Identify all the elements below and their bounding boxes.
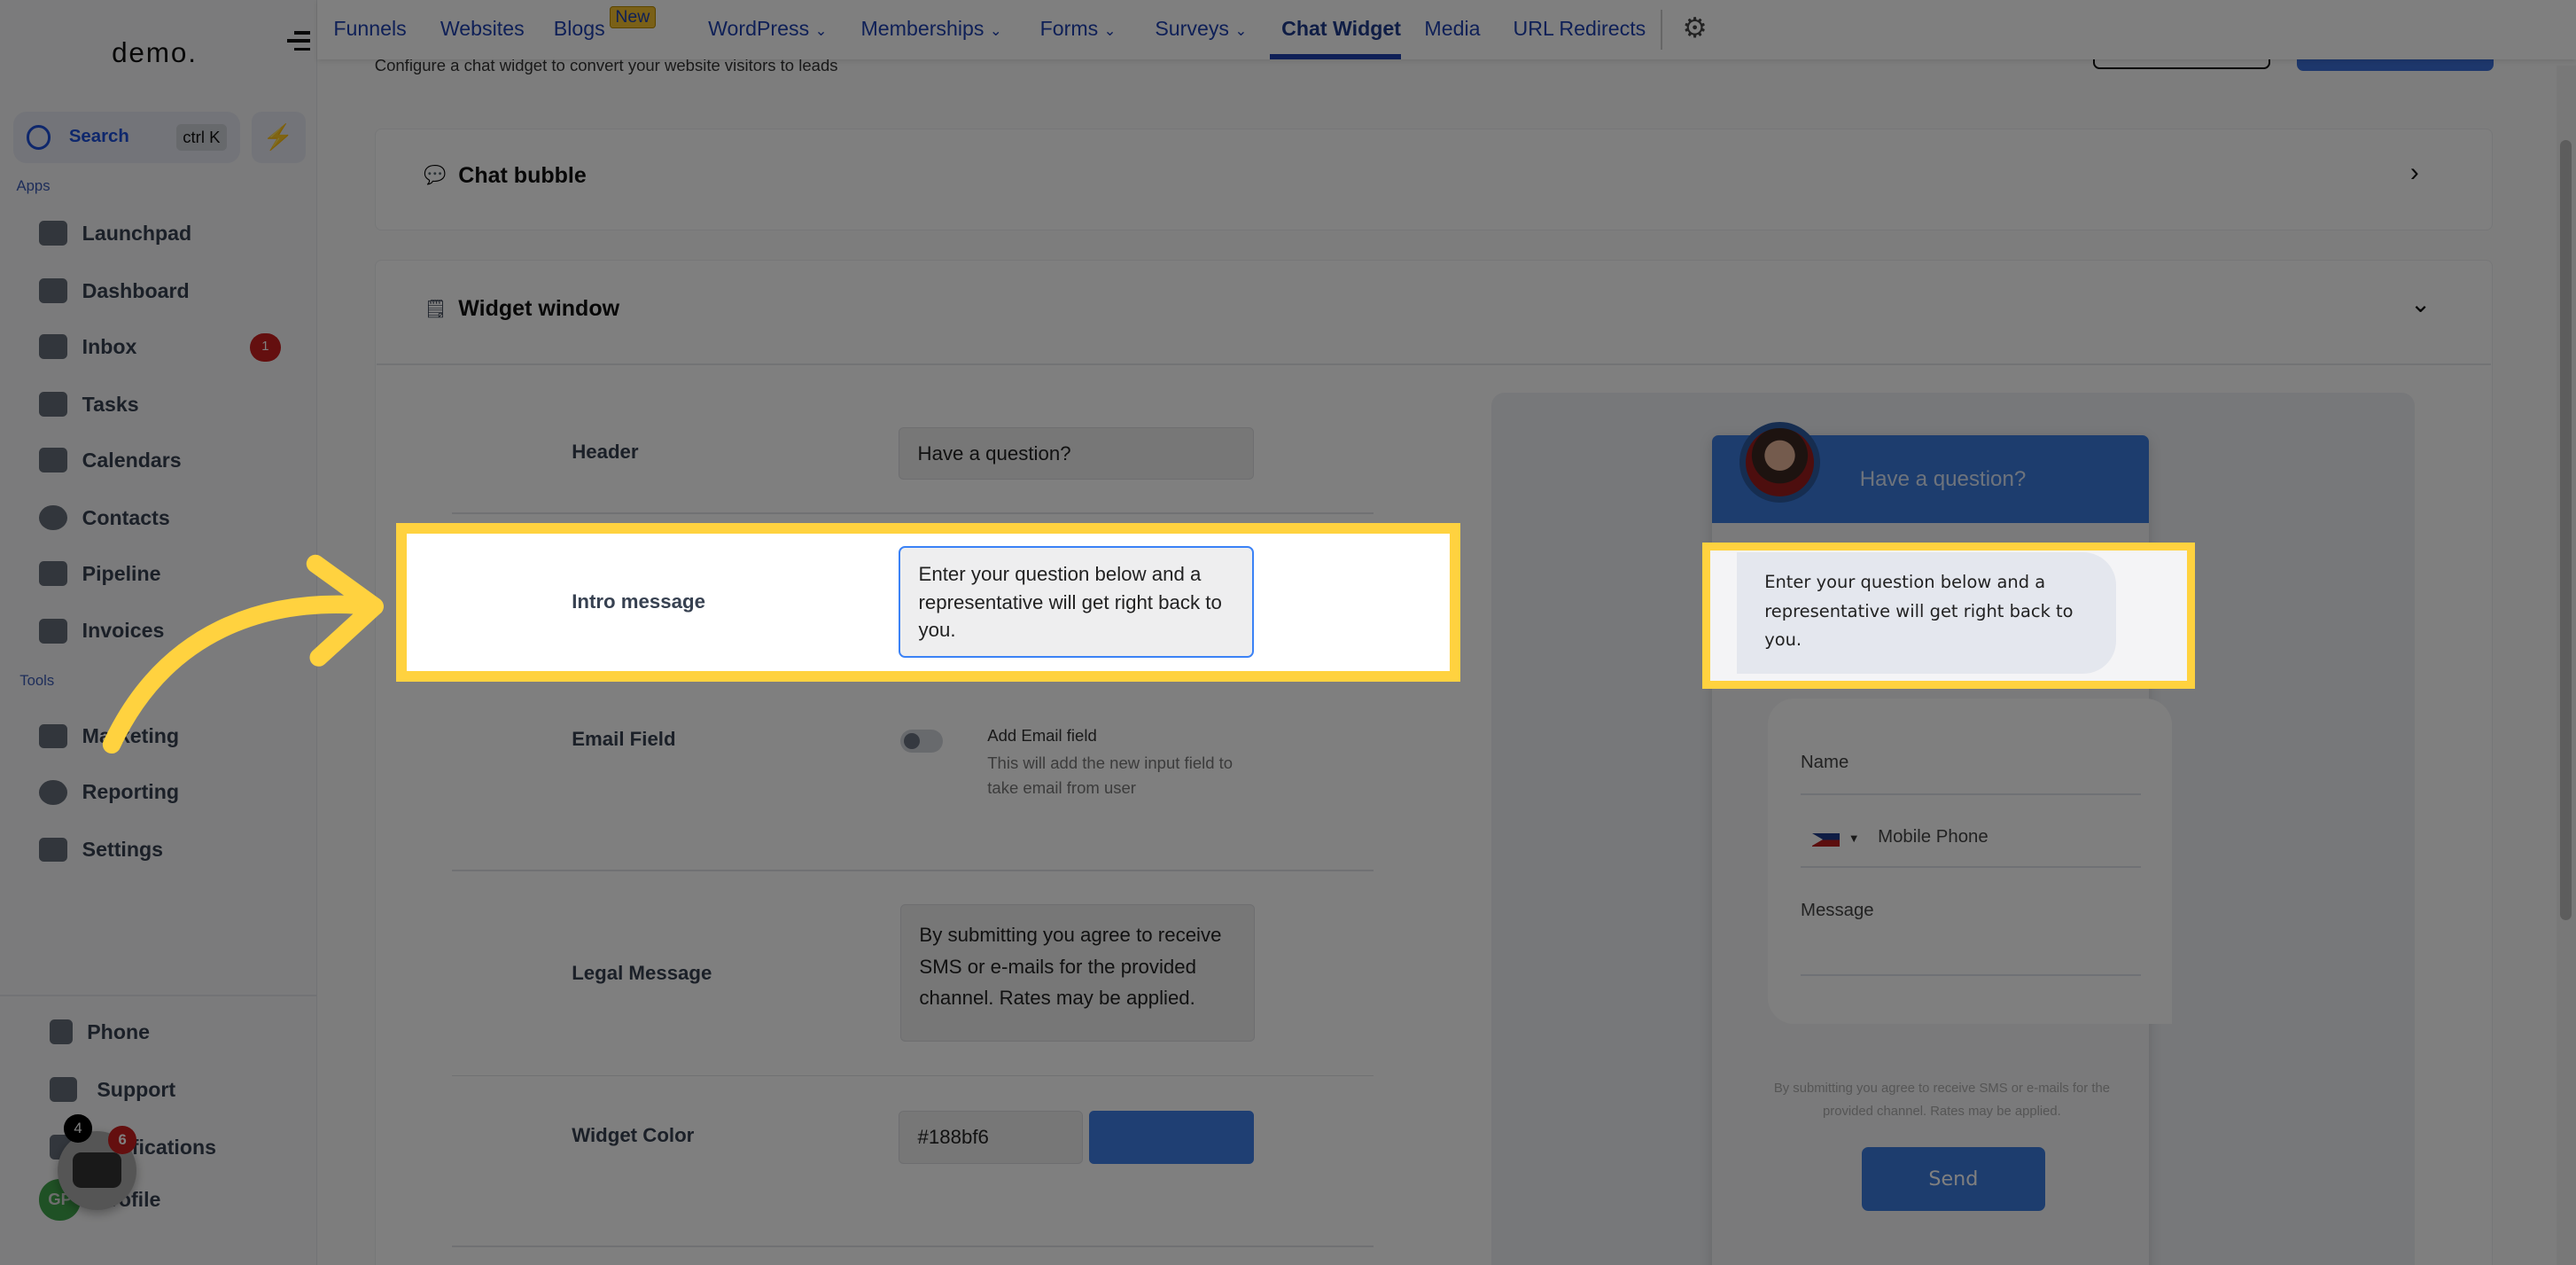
app-root: demo. Searchctrl K ⚡ Apps Launchpad Dash…: [0, 0, 2576, 1265]
annotation-arrow-icon: [102, 554, 384, 754]
